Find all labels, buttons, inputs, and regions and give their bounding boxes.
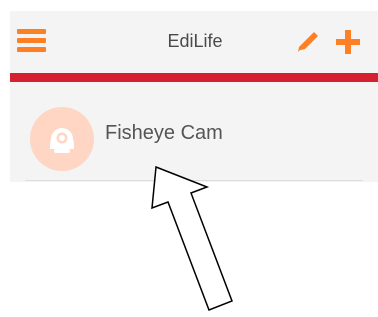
- app-screen: EdiLife Fisheye Cam: [0, 0, 378, 317]
- pointer-arrow-icon: [151, 165, 233, 311]
